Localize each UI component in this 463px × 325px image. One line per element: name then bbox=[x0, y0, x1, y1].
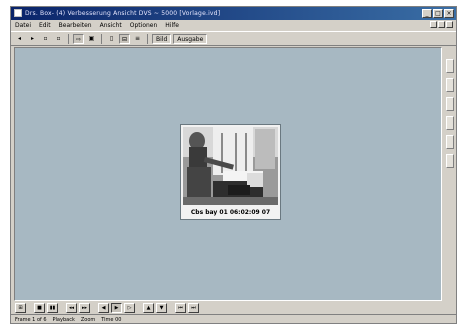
camera-frame-image bbox=[183, 127, 278, 205]
export-icon[interactable]: ⇨ bbox=[73, 33, 84, 44]
rewind-icon[interactable]: ◂◂ bbox=[66, 302, 77, 313]
document-controls bbox=[430, 21, 453, 28]
menu-file[interactable]: Datei bbox=[15, 20, 31, 31]
side-tool-button[interactable] bbox=[445, 59, 454, 73]
menu-help[interactable]: Hilfe bbox=[165, 20, 179, 31]
doc-close-button[interactable] bbox=[446, 21, 453, 28]
step-forward-icon[interactable]: ▷ bbox=[124, 302, 135, 313]
status-time: Time 00 bbox=[101, 317, 122, 323]
frame-icon[interactable]: ▣ bbox=[86, 34, 97, 44]
menu-bar: Datei Edit Bearbeiten Ansicht Optionen H… bbox=[11, 20, 456, 31]
fast-forward-icon[interactable]: ▸▸ bbox=[79, 302, 90, 313]
video-canvas[interactable]: Cbs bay 01 06:02:09 07 bbox=[14, 47, 442, 301]
forward-icon[interactable]: ▸ bbox=[27, 34, 38, 44]
side-tool-button[interactable] bbox=[445, 135, 454, 149]
list-icon[interactable]: ≡ bbox=[132, 34, 143, 44]
image-button[interactable]: Bild bbox=[152, 33, 172, 44]
side-toolbar bbox=[444, 47, 455, 301]
playback-controls: ⊞ ■ ▮▮ ◂◂ ▸▸ ◀ ▶ ▷ ▲ ▼ ⏮ ⏭ bbox=[11, 301, 456, 314]
status-frame: Frame 1 of 6 bbox=[15, 317, 47, 323]
toolbar-divider bbox=[68, 33, 69, 44]
menu-edit[interactable]: Edit bbox=[39, 20, 51, 31]
title-bar: Drs. Box- (4) Verbesserung Ansicht DVS ~… bbox=[11, 7, 456, 20]
close-button[interactable]: × bbox=[444, 9, 454, 18]
first-frame-icon[interactable]: ⏮ bbox=[175, 302, 186, 313]
stop-icon[interactable]: ■ bbox=[34, 302, 45, 313]
doc-restore-button[interactable] bbox=[438, 21, 445, 28]
window-title: Drs. Box- (4) Verbesserung Ansicht DVS ~… bbox=[25, 10, 221, 17]
status-bar: Frame 1 of 6 Playback Zoom Time 00 bbox=[11, 314, 456, 324]
toolbar-divider bbox=[147, 33, 148, 44]
last-frame-icon[interactable]: ⏭ bbox=[188, 302, 199, 313]
maximize-button[interactable]: □ bbox=[433, 9, 443, 18]
application-window: Drs. Box- (4) Verbesserung Ansicht DVS ~… bbox=[10, 6, 457, 324]
side-tool-button[interactable] bbox=[445, 78, 454, 92]
menu-bearbeiten[interactable]: Bearbeiten bbox=[59, 20, 92, 31]
grid-icon[interactable]: ⊞ bbox=[15, 302, 26, 313]
down-icon[interactable]: ▼ bbox=[156, 302, 167, 313]
menu-ansicht[interactable]: Ansicht bbox=[100, 20, 122, 31]
status-mode: Playback bbox=[52, 317, 75, 323]
minimize-button[interactable]: _ bbox=[422, 9, 432, 18]
back-icon[interactable]: ◂ bbox=[14, 34, 25, 44]
window-controls: _ □ × bbox=[422, 9, 454, 18]
up-icon[interactable]: ▲ bbox=[143, 302, 154, 313]
copy-icon[interactable]: ▫ bbox=[53, 34, 64, 44]
status-zoom: Zoom bbox=[80, 317, 96, 323]
output-button[interactable]: Ausgabe bbox=[173, 33, 208, 44]
doc-minimize-button[interactable] bbox=[430, 21, 437, 28]
pause-icon[interactable]: ▮▮ bbox=[47, 302, 58, 313]
video-frame[interactable]: Cbs bay 01 06:02:09 07 bbox=[180, 124, 281, 220]
panel-icon[interactable]: ▯ bbox=[106, 34, 117, 44]
side-tool-button[interactable] bbox=[445, 116, 454, 130]
toolbar: ◂ ▸ ▫ ▫ ⇨ ▣ ▯ ⊟ ≡ Bild Ausgabe bbox=[11, 31, 456, 46]
app-icon bbox=[14, 9, 22, 17]
side-tool-button[interactable] bbox=[445, 154, 454, 168]
toolbar-divider bbox=[101, 33, 102, 44]
play-icon[interactable]: ▶ bbox=[111, 302, 122, 313]
step-back-icon[interactable]: ◀ bbox=[98, 302, 109, 313]
menu-optionen[interactable]: Optionen bbox=[130, 20, 158, 31]
new-icon[interactable]: ▫ bbox=[40, 34, 51, 44]
frame-caption: Cbs bay 01 06:02:09 07 bbox=[190, 209, 271, 216]
side-tool-button[interactable] bbox=[445, 97, 454, 111]
split-icon[interactable]: ⊟ bbox=[119, 33, 130, 44]
